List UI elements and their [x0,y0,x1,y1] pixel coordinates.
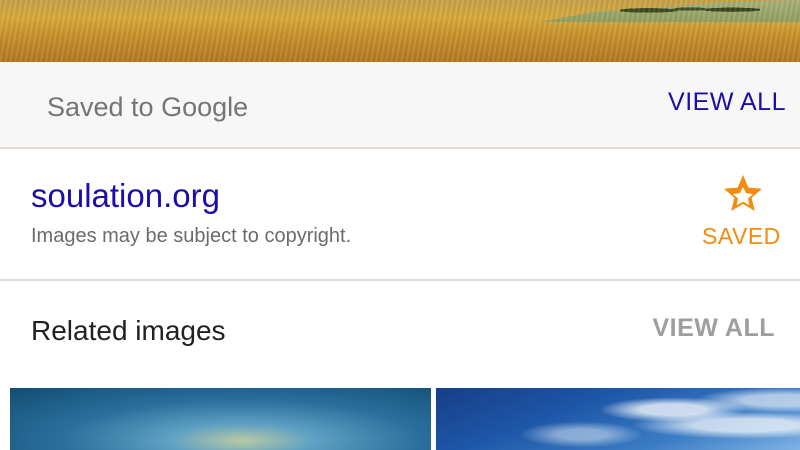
star-icon[interactable] [722,173,764,215]
related-image-thumbnail[interactable] [10,388,431,450]
source-domain-link[interactable]: soulation.org [31,177,220,215]
saved-to-google-label: Saved to Google [47,92,249,122]
saved-button-label[interactable]: SAVED [702,223,781,250]
image-source-card: soulation.org Images may be subject to c… [0,149,800,281]
related-images-title: Related images [31,315,226,346]
saved-to-google-bar: Saved to Google VIEW ALL [0,62,800,149]
related-image-thumbnail[interactable] [436,388,800,450]
related-images-grid [0,388,800,450]
copyright-note: Images may be subject to copyright. [31,225,352,247]
hero-texture [0,0,800,62]
related-images-header: Related images VIEW ALL [0,281,800,388]
thumbnail-clouds [436,388,800,450]
related-view-all-link[interactable]: VIEW ALL [652,314,775,343]
hero-image-wheat-field[interactable] [0,0,800,62]
saved-view-all-link[interactable]: VIEW ALL [668,88,786,117]
